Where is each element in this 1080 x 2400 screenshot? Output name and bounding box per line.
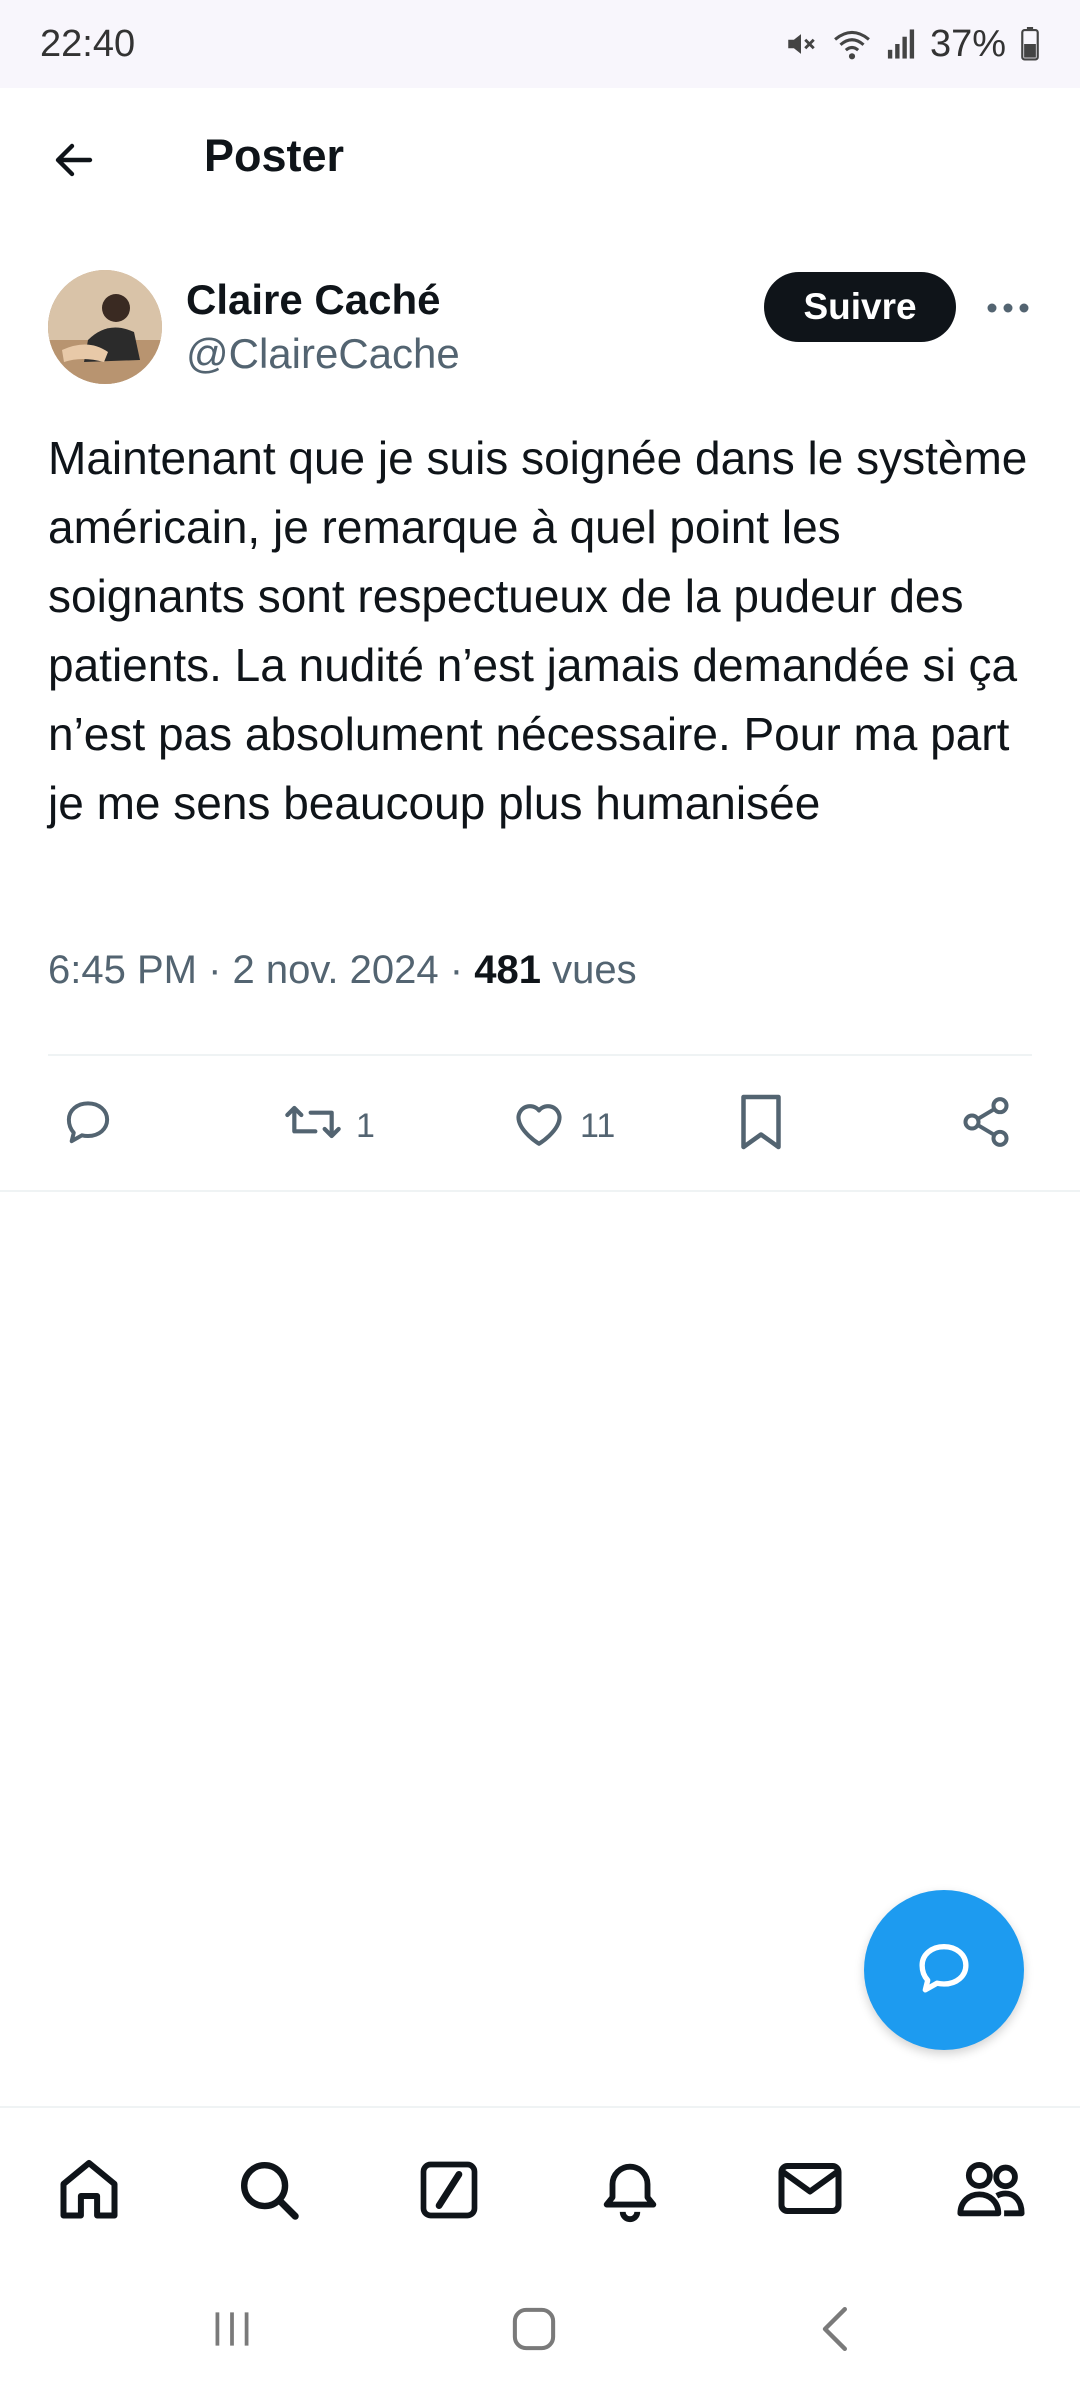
post-time: 6:45 PM <box>48 948 197 992</box>
post-meta: 6:45 PM · 2 nov. 2024 · 481 vues <box>48 948 637 993</box>
bookmark-icon <box>736 1092 786 1161</box>
follow-button[interactable]: Suivre <box>764 272 956 342</box>
header: Poster <box>0 88 1080 236</box>
nav-notifications[interactable] <box>590 2152 670 2232</box>
wifi-icon <box>832 27 872 61</box>
recent-apps-button[interactable] <box>192 2296 272 2366</box>
nav-home[interactable] <box>49 2152 129 2232</box>
signal-icon <box>886 28 916 60</box>
more-icon <box>986 301 1030 319</box>
like-count: 11 <box>580 1106 616 1145</box>
post-text: Maintenant que je suis soignée dans le s… <box>48 432 1028 829</box>
status-icons: 37% <box>784 23 1040 66</box>
repost-icon <box>282 1094 344 1159</box>
nav-search[interactable] <box>229 2152 309 2232</box>
divider <box>48 1054 1032 1056</box>
chevron-left-icon <box>814 2302 858 2361</box>
grok-icon <box>415 2156 483 2229</box>
status-bar: 22:40 37% <box>0 0 1080 88</box>
views-label: vues <box>552 948 637 992</box>
communities-icon <box>953 2155 1029 2230</box>
reply-icon <box>60 1094 116 1159</box>
back-button[interactable] <box>44 132 104 192</box>
author-name[interactable]: Claire Caché <box>186 276 440 324</box>
battery-level: 37% <box>929 22 1006 65</box>
home-icon <box>53 2154 125 2231</box>
divider <box>0 1190 1080 1192</box>
views-count: 481 <box>474 948 541 992</box>
avatar[interactable] <box>48 270 162 384</box>
more-options-button[interactable] <box>976 288 1040 332</box>
like-button[interactable]: 11 <box>510 1086 615 1166</box>
heart-icon <box>510 1095 568 1158</box>
share-icon <box>958 1094 1014 1159</box>
author-row: Claire Caché @ClaireCache Suivre <box>0 270 1080 390</box>
home-system-button[interactable] <box>494 2296 574 2366</box>
action-bar: 1 11 <box>0 1086 1080 1166</box>
home-square-icon <box>507 2302 561 2361</box>
search-icon <box>234 2155 304 2230</box>
meta-separator: · <box>449 948 464 992</box>
post-date: 2 nov. 2024 <box>232 948 439 992</box>
system-nav-bar <box>0 2256 1080 2400</box>
author-handle[interactable]: @ClaireCache <box>186 330 460 378</box>
meta-separator: · <box>208 948 222 992</box>
mute-icon <box>784 27 818 61</box>
repost-button[interactable]: 1 <box>282 1086 375 1166</box>
arrow-left-icon <box>50 136 98 189</box>
nav-messages[interactable] <box>770 2152 850 2232</box>
bookmark-button[interactable] <box>736 1086 786 1166</box>
repost-count: 1 <box>356 1106 375 1145</box>
notifications-icon <box>595 2154 665 2231</box>
messages-icon <box>774 2157 846 2228</box>
nav-grok[interactable] <box>409 2152 489 2232</box>
nav-communities[interactable] <box>951 2152 1031 2232</box>
battery-icon <box>1020 27 1040 61</box>
reply-fab-button[interactable] <box>864 1890 1024 2050</box>
back-system-button[interactable] <box>796 2296 876 2366</box>
share-button[interactable] <box>958 1086 1014 1166</box>
reply-icon <box>912 1936 976 2005</box>
reply-button[interactable] <box>60 1086 128 1166</box>
recent-apps-icon <box>207 2304 257 2359</box>
bottom-nav <box>0 2106 1080 2256</box>
status-time: 22:40 <box>40 22 136 65</box>
page-title: Poster <box>204 130 345 181</box>
